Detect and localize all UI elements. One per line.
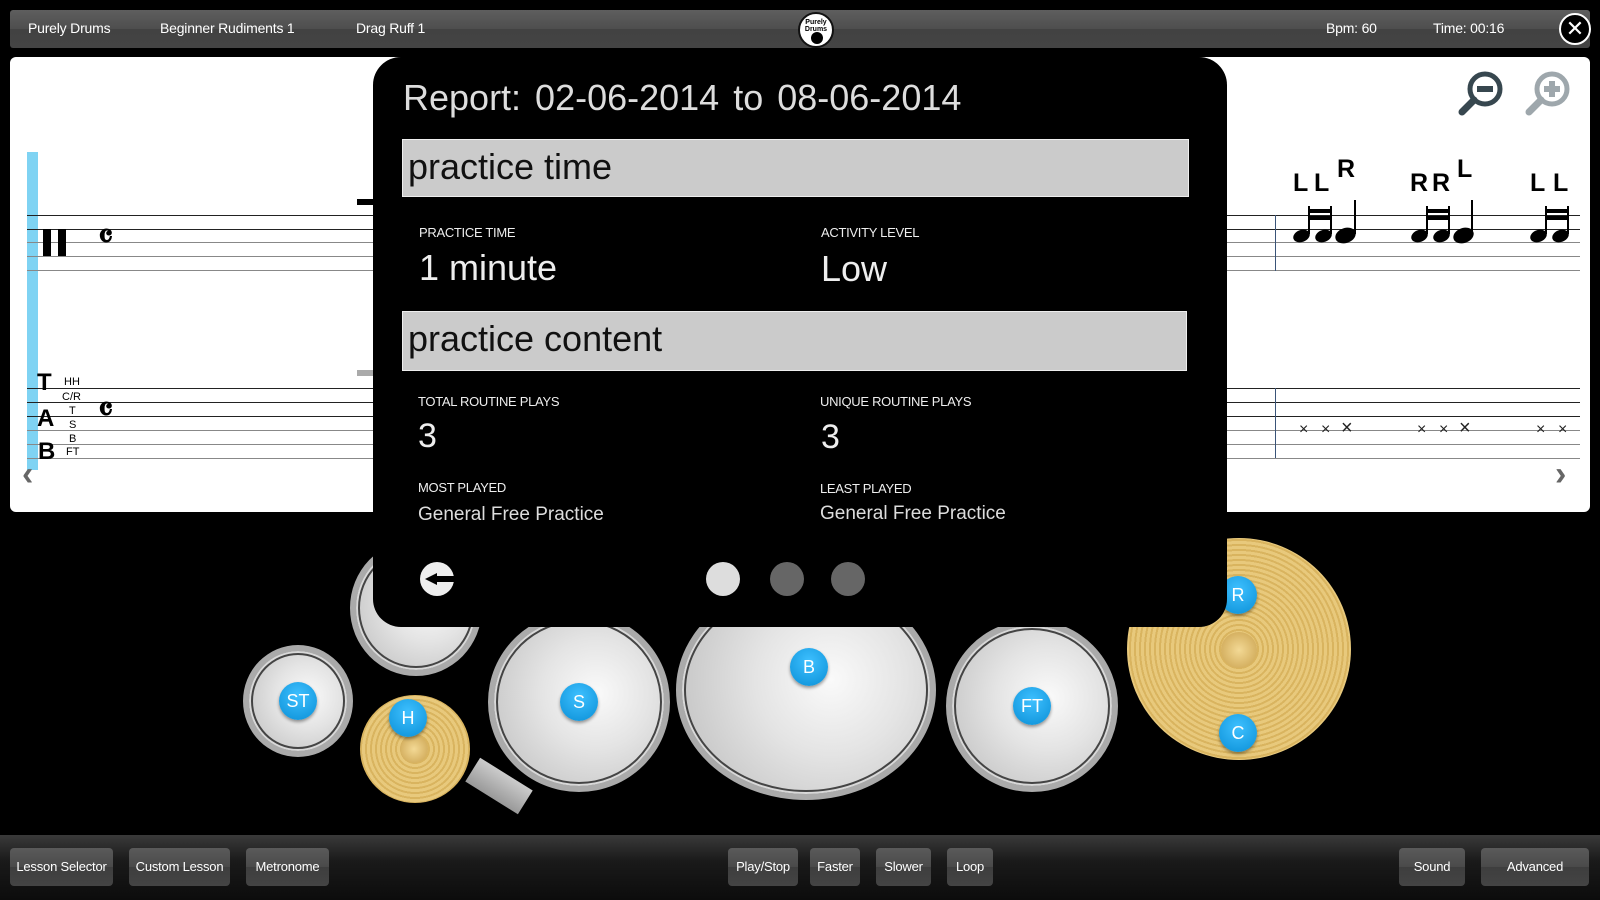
note-beam xyxy=(1308,209,1331,213)
zoom-out-icon[interactable] xyxy=(1455,69,1505,119)
back-arrow-icon[interactable] xyxy=(420,562,455,596)
small-tom-drum[interactable]: ST xyxy=(243,645,353,757)
practice-time-value: 1 minute xyxy=(419,247,558,288)
close-icon: ✕ xyxy=(1565,16,1585,41)
top-bar: Purely Drums Beginner Rudiments 1 Drag R… xyxy=(10,10,1591,48)
floor-tom-pad[interactable]: FT xyxy=(1013,687,1051,725)
section-header-practice-time: practice time xyxy=(402,139,1189,197)
breadcrumb-lesson-group: Beginner Rudiments 1 xyxy=(160,20,295,36)
advanced-button[interactable]: Advanced xyxy=(1481,848,1589,886)
percussion-clef xyxy=(58,229,66,256)
tab-voice-hh: HH xyxy=(64,376,80,388)
report-modal: Report: 02-06-2014 to 08-06-2014 practic… xyxy=(373,57,1227,627)
tab-x-mark: × xyxy=(1536,421,1546,438)
bar-line xyxy=(1275,388,1276,458)
bottom-toolbar: Lesson Selector Custom Lesson Metronome … xyxy=(0,835,1600,900)
activity-level-value: Low xyxy=(821,248,888,289)
previous-page-arrow-icon[interactable]: ‹ xyxy=(22,455,33,494)
section-heading: practice content xyxy=(408,318,663,359)
page-dot-1[interactable] xyxy=(706,562,740,596)
crash-pad[interactable]: C xyxy=(1219,714,1257,752)
bass-pad[interactable]: B xyxy=(790,648,828,686)
sticking-label: L xyxy=(1293,169,1309,197)
note-stem xyxy=(1354,200,1356,234)
bpm-readout: Bpm: 60 xyxy=(1326,20,1377,36)
snare-drum[interactable]: S xyxy=(488,612,670,792)
tab-letter-a: A xyxy=(37,405,55,432)
note-stem xyxy=(1471,200,1473,234)
tab-time-signature: 𝄴 xyxy=(98,390,114,430)
most-played-label: MOST PLAYED xyxy=(418,480,506,495)
tab-voice-b: B xyxy=(69,433,77,445)
cymbal-bell xyxy=(1221,632,1257,668)
lesson-selector-button[interactable]: Lesson Selector xyxy=(10,848,113,886)
tab-x-mark: × xyxy=(1417,421,1427,438)
page-dot-3[interactable] xyxy=(831,562,865,596)
note-beam xyxy=(1308,216,1331,220)
sticking-label: R xyxy=(1337,155,1356,183)
tab-x-mark: × xyxy=(1341,417,1353,439)
sticking-label: R xyxy=(1432,169,1451,197)
sticking-label: L xyxy=(1553,169,1569,197)
report-title: Report: 02-06-2014 to 08-06-2014 xyxy=(403,77,962,118)
time-signature: 𝄴 xyxy=(98,217,114,257)
note-beam xyxy=(1426,209,1449,213)
tab-x-mark: × xyxy=(1321,421,1331,438)
tab-letter-t: T xyxy=(37,369,52,396)
sticking-label: L xyxy=(1314,169,1330,197)
close-button[interactable]: ✕ xyxy=(1559,13,1591,45)
logo-hole xyxy=(811,32,823,44)
snare-pad[interactable]: S xyxy=(560,683,598,721)
app-name: Purely Drums xyxy=(28,20,111,36)
cymbal-bell xyxy=(400,735,428,763)
next-page-arrow-icon[interactable]: › xyxy=(1555,455,1566,494)
unique-routine-plays-value: 3 xyxy=(821,418,840,456)
bar-line xyxy=(1275,215,1276,271)
small-tom-pad[interactable]: ST xyxy=(279,682,317,720)
metronome-button[interactable]: Metronome xyxy=(246,848,329,886)
activity-level-label: ACTIVITY LEVEL xyxy=(821,225,920,240)
least-played-value: General Free Practice xyxy=(820,503,1006,524)
hihat-pad[interactable]: H xyxy=(389,699,427,737)
zoom-in-icon[interactable] xyxy=(1522,69,1572,119)
slower-button[interactable]: Slower xyxy=(876,848,931,886)
tab-x-mark: × xyxy=(1459,417,1471,439)
logo-text: Purely Drums xyxy=(804,19,828,33)
note-beam xyxy=(1545,216,1568,220)
sticking-label: R xyxy=(1410,169,1429,197)
most-played-value: General Free Practice xyxy=(418,504,604,525)
play-stop-button[interactable]: Play/Stop xyxy=(728,848,798,886)
sticking-label: L xyxy=(1530,169,1546,197)
tab-x-mark: × xyxy=(1439,421,1449,438)
total-routine-plays-label: TOTAL ROUTINE PLAYS xyxy=(418,394,560,409)
tab-x-mark: × xyxy=(1299,421,1309,438)
percussion-clef xyxy=(43,229,51,256)
section-header-practice-content: practice content xyxy=(402,311,1187,371)
faster-button[interactable]: Faster xyxy=(810,848,860,886)
tab-letter-b: B xyxy=(38,438,56,465)
tab-voice-s: S xyxy=(69,419,77,431)
hihat-cymbal[interactable]: H xyxy=(360,695,470,803)
floor-tom-drum[interactable]: FT xyxy=(946,620,1118,792)
section-heading: practice time xyxy=(408,146,613,187)
tab-voice-cr: C/R xyxy=(62,391,81,403)
practice-time-label: PRACTICE TIME xyxy=(419,225,516,240)
page-dot-2[interactable] xyxy=(770,562,804,596)
note-beam xyxy=(1545,209,1568,213)
tab-voice-t: T xyxy=(69,405,76,417)
tab-voice-ft: FT xyxy=(66,446,80,458)
breadcrumb-lesson: Drag Ruff 1 xyxy=(356,20,426,36)
custom-lesson-button[interactable]: Custom Lesson xyxy=(129,848,230,886)
tab-x-mark: × xyxy=(1558,421,1568,438)
total-routine-plays-value: 3 xyxy=(418,417,437,455)
sound-button[interactable]: Sound xyxy=(1399,848,1465,886)
unique-routine-plays-label: UNIQUE ROUTINE PLAYS xyxy=(820,394,972,409)
time-readout: Time: 00:16 xyxy=(1433,20,1505,36)
least-played-label: LEAST PLAYED xyxy=(820,481,912,496)
sticking-label: L xyxy=(1457,155,1473,183)
note-beam xyxy=(1426,216,1449,220)
purely-drums-logo-icon: Purely Drums xyxy=(798,12,834,48)
loop-button[interactable]: Loop xyxy=(947,848,993,886)
